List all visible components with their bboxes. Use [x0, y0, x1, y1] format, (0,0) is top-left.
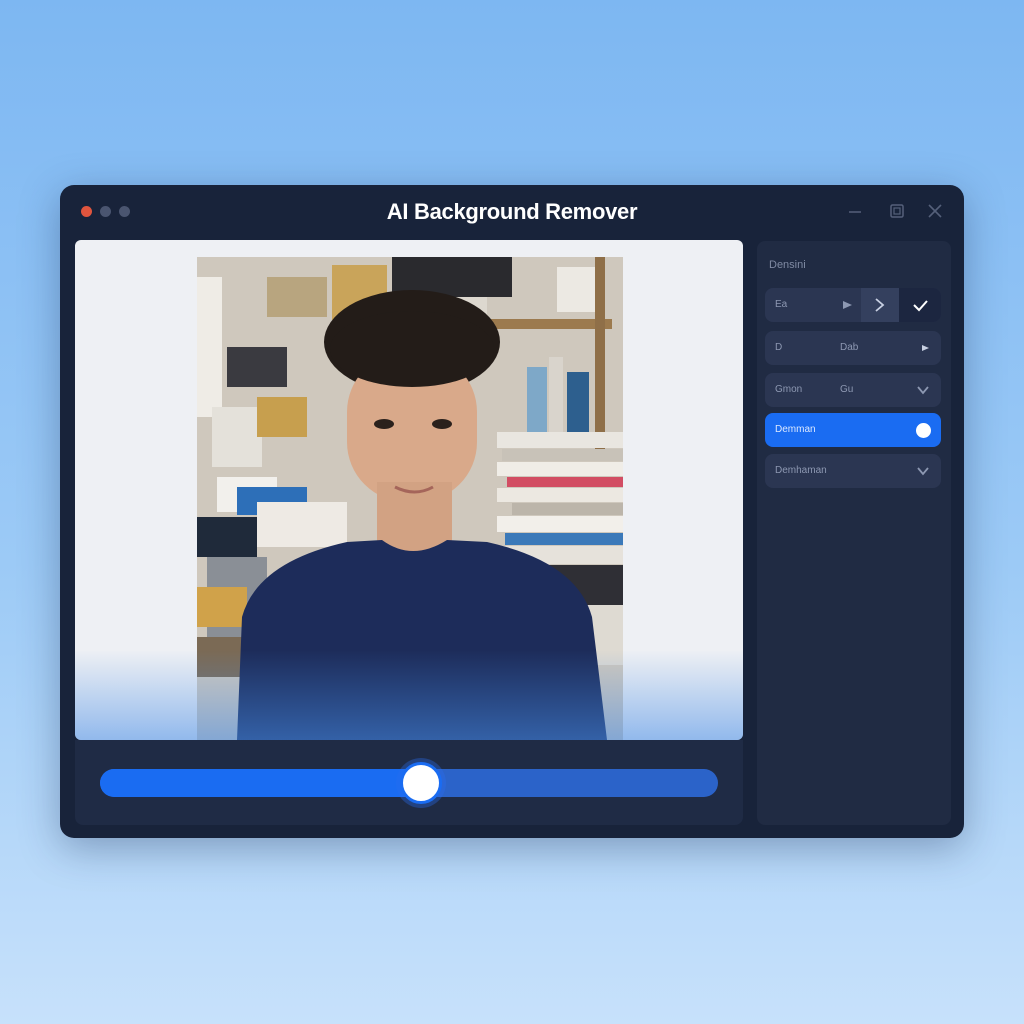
row-label: Gmon — [775, 384, 803, 395]
comparison-slider-track[interactable] — [100, 762, 718, 804]
settings-row-5[interactable]: Demhaman — [765, 454, 941, 488]
settings-panel: Densini Ea D Dab Gmon Gu Demman Demhaman — [757, 241, 951, 825]
row-value: Dab — [840, 342, 859, 353]
app-window: AI Background Remover Densini Ea D Dab G… — [60, 185, 964, 838]
image-canvas[interactable] — [75, 240, 743, 740]
window-title: AI Background Remover — [386, 199, 638, 224]
chevron-down-icon[interactable] — [915, 382, 931, 398]
confirm-segment[interactable] — [899, 288, 941, 322]
slider-thumb[interactable] — [400, 762, 443, 804]
next-segment[interactable] — [861, 288, 899, 322]
chevron-down-icon[interactable] — [915, 463, 931, 479]
settings-row-1[interactable]: Ea — [765, 288, 941, 322]
row-label: Demman — [775, 424, 816, 435]
toggle-knob[interactable] — [916, 423, 931, 438]
settings-row-toggle[interactable]: Demman — [765, 413, 941, 447]
slider-fill — [100, 769, 422, 797]
title-bar: AI Background Remover — [60, 185, 964, 239]
settings-row-2[interactable]: D Dab — [765, 331, 941, 365]
row-value: Gu — [840, 384, 854, 395]
row-label: Demhaman — [775, 465, 827, 476]
settings-row-3[interactable]: Gmon Gu — [765, 373, 941, 407]
arrow-icon[interactable] — [917, 340, 933, 356]
row-label: Ea — [775, 299, 788, 310]
maximize-icon[interactable] — [887, 201, 907, 221]
comparison-slider-panel — [75, 740, 743, 825]
row-label: D — [775, 342, 783, 353]
close-icon[interactable] — [925, 201, 945, 221]
minimize-icon[interactable] — [845, 201, 865, 221]
mask-gradient-overlay — [75, 650, 743, 740]
play-icon[interactable] — [839, 297, 855, 313]
panel-heading: Densini — [769, 259, 806, 271]
